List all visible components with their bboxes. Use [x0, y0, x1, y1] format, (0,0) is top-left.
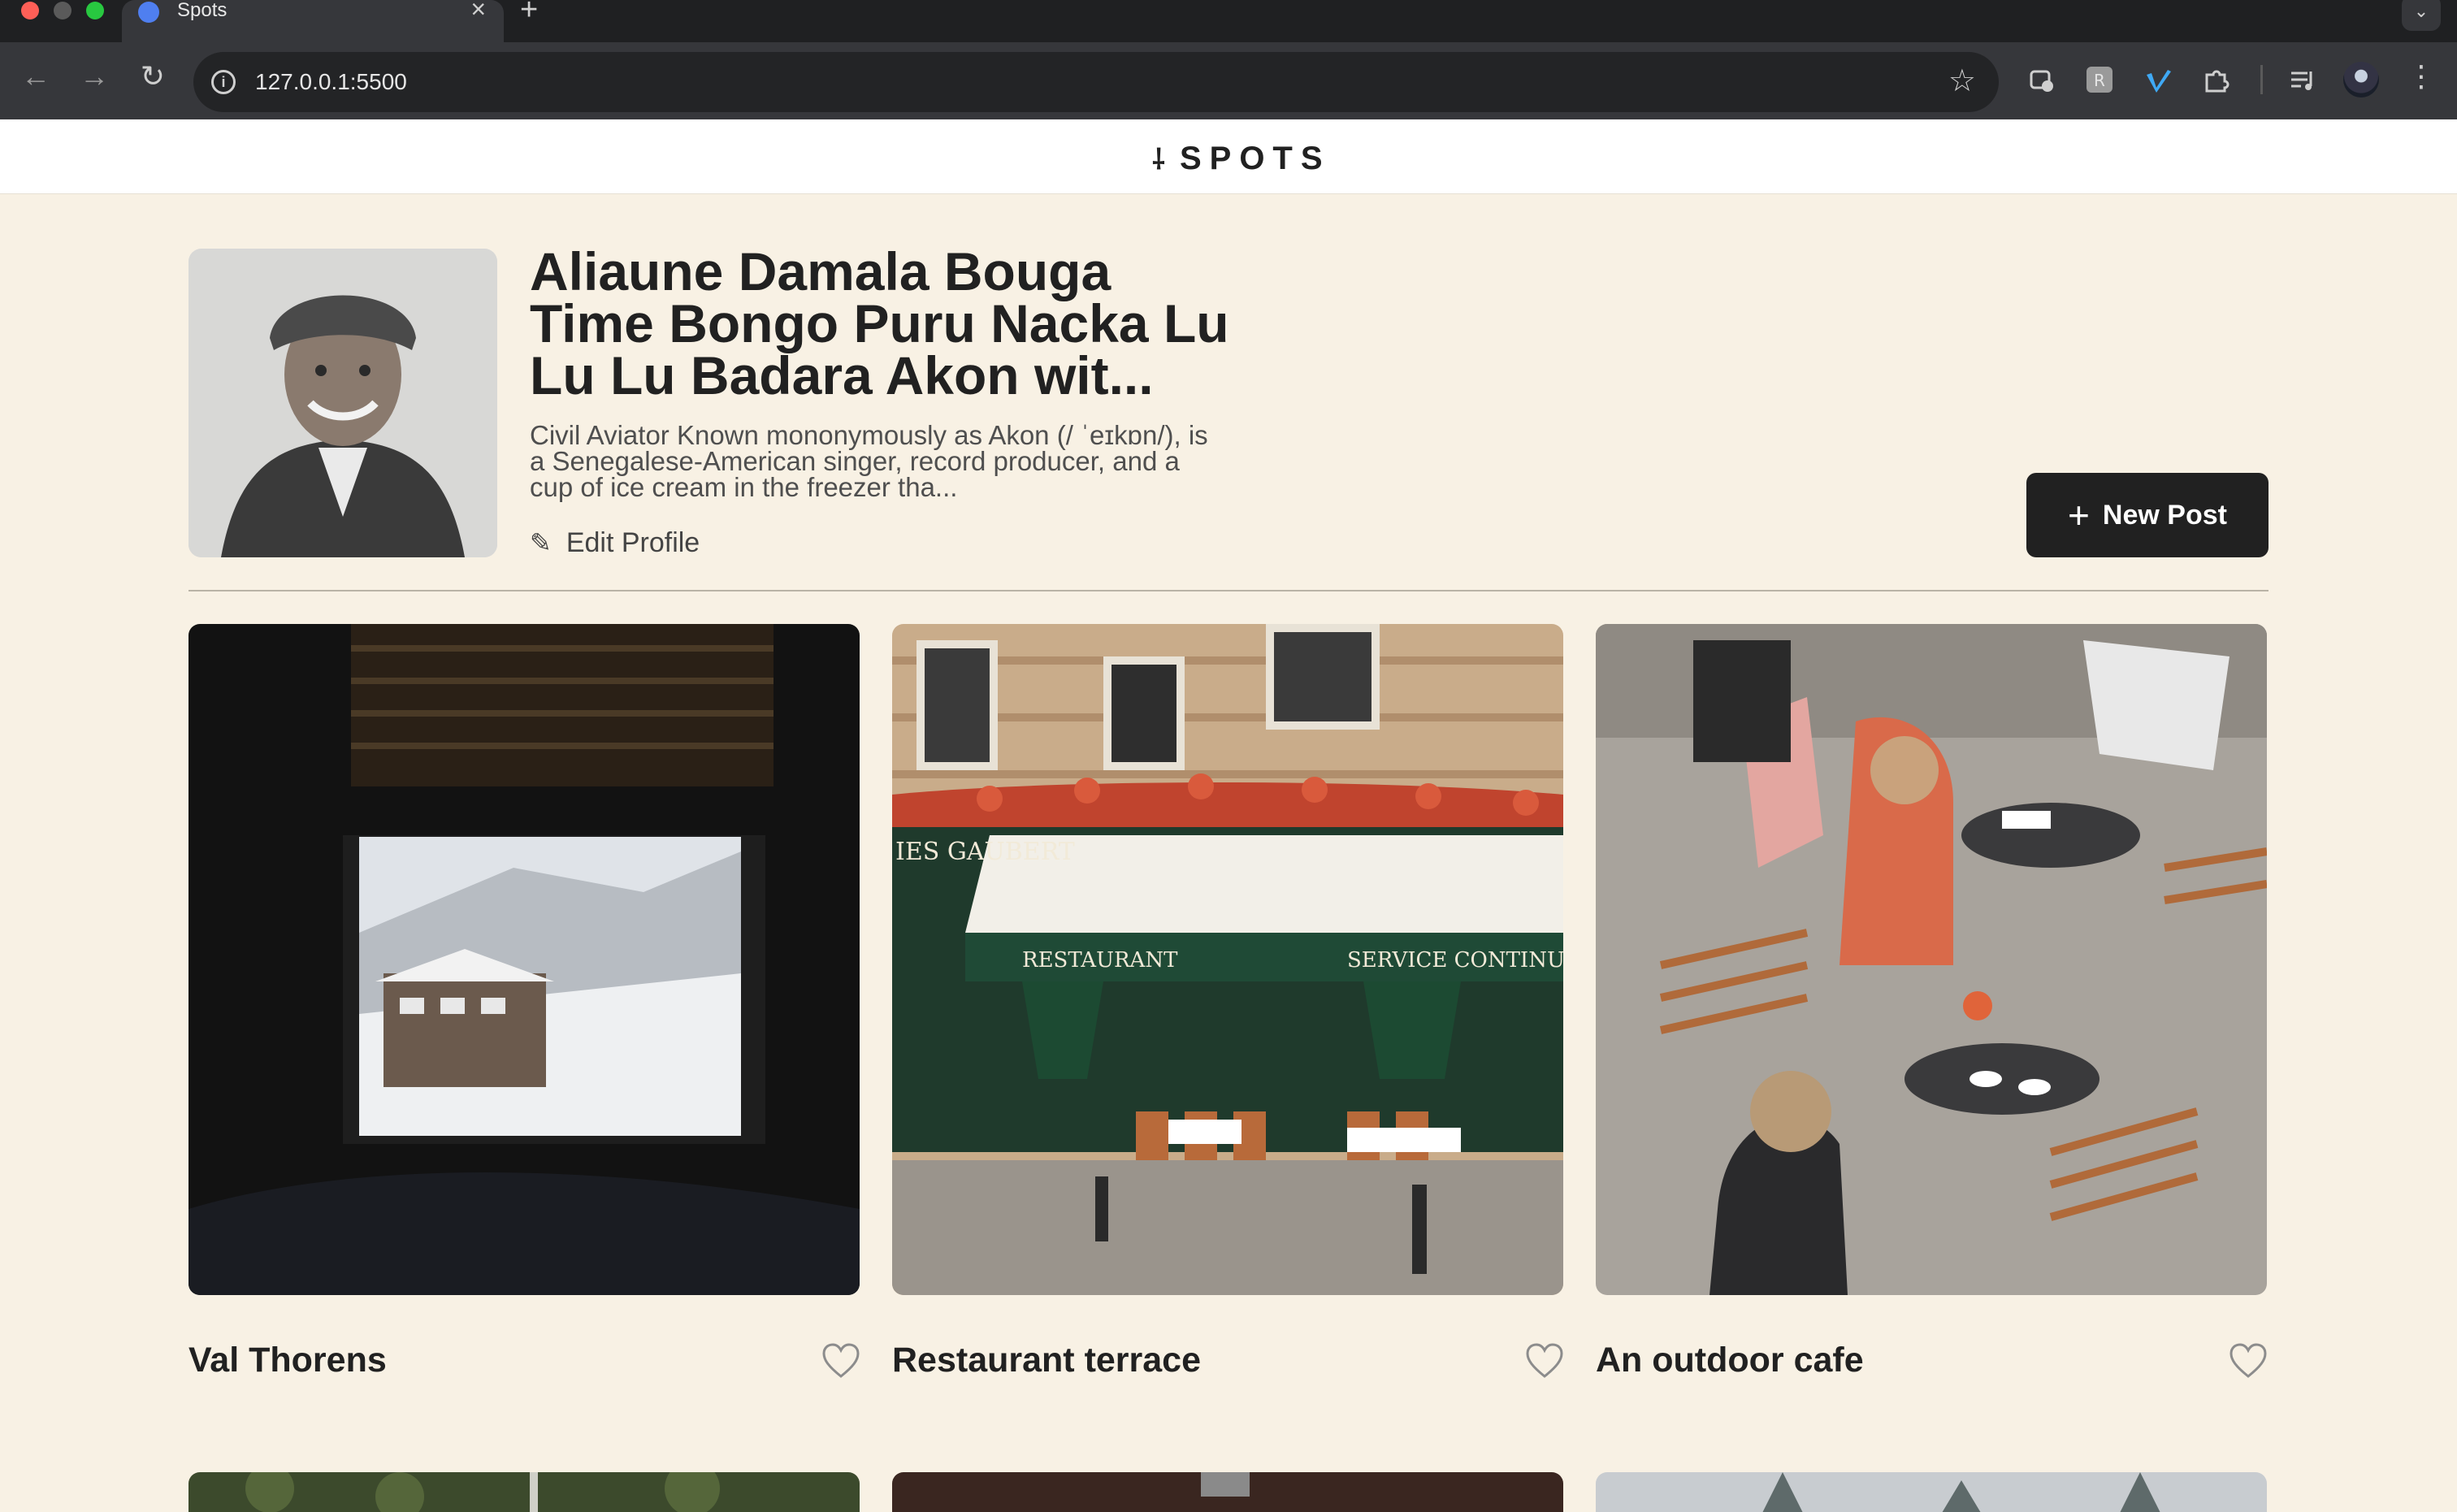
site-info-icon[interactable]: i [211, 70, 236, 94]
heart-icon[interactable] [2228, 1341, 2268, 1381]
spots-logo[interactable]: ⸸ SPOTS [1152, 141, 1331, 176]
media-controls-icon[interactable] [2286, 63, 2319, 96]
heart-icon[interactable] [1524, 1341, 1565, 1381]
browser-toolbar: ← → ↻ i 127.0.0.1:5500 ☆ R ⋮ [0, 42, 2457, 119]
extension-icon[interactable] [2025, 63, 2057, 96]
card-image-outdoor-cafe[interactable] [1596, 624, 2267, 1295]
profile-description: Civil Aviator Known mononymously as Akon… [530, 420, 1208, 502]
logo-text: SPOTS [1179, 140, 1331, 176]
new-post-button[interactable]: + New Post [2026, 473, 2268, 557]
browser-menu-icon[interactable]: ⋮ [2403, 60, 2439, 93]
plus-icon: + [2068, 494, 2090, 536]
card-image[interactable] [188, 1472, 860, 1512]
browser-tab-bar: Spots × + ⌄ [0, 0, 2457, 42]
maximize-window-button[interactable] [86, 2, 104, 19]
card-image[interactable] [892, 1472, 1563, 1512]
tab-spots[interactable]: Spots × [122, 0, 504, 42]
heart-icon[interactable] [821, 1341, 861, 1381]
card-title: Restaurant terrace [892, 1341, 1202, 1380]
new-tab-button[interactable]: + [520, 0, 538, 25]
svg-text:RESTAURANT: RESTAURANT [1022, 948, 1178, 973]
back-icon[interactable]: ← [18, 60, 54, 93]
forward-icon[interactable]: → [76, 60, 112, 93]
card-image-restaurant-terrace[interactable]: RESTAURANT SERVICE CONTINU IES GAUBERT [892, 624, 1563, 1295]
profile-divider [188, 590, 2268, 591]
favicon-icon [138, 2, 159, 23]
profile-name: Aliaune Damala Bouga Time Bongo Puru Nac… [530, 241, 1229, 405]
tab-close-icon[interactable]: × [470, 0, 486, 22]
card-image[interactable] [1596, 1472, 2267, 1512]
card-title: An outdoor cafe [1596, 1341, 1864, 1380]
pencil-icon: ✎ [530, 528, 552, 557]
logo-mark-icon: ⸸ [1152, 145, 1165, 175]
minimize-window-button[interactable] [54, 2, 72, 19]
new-post-label: New Post [2102, 499, 2227, 531]
tab-title: Spots [177, 0, 228, 21]
card-title: Val Thorens [188, 1341, 387, 1380]
card-image-val-thorens[interactable] [188, 624, 860, 1295]
bookmark-star-icon[interactable]: ☆ [1948, 63, 1976, 99]
extension-badge-icon[interactable]: R [2083, 63, 2116, 96]
address-bar[interactable]: i 127.0.0.1:5500 ☆ [193, 52, 1999, 112]
vimeo-extension-icon[interactable] [2142, 63, 2174, 96]
profile-avatar [188, 249, 497, 557]
svg-text:SERVICE CONTINU: SERVICE CONTINU [1347, 948, 1563, 973]
profile-avatar-icon[interactable] [2343, 62, 2379, 97]
close-window-button[interactable] [21, 2, 39, 19]
svg-text:R: R [2094, 71, 2105, 90]
toolbar-separator [2260, 65, 2263, 94]
edit-profile-button[interactable]: ✎ Edit Profile [530, 525, 700, 561]
url-text[interactable]: 127.0.0.1:5500 [255, 67, 407, 97]
svg-text:IES GAUBERT: IES GAUBERT [895, 838, 1075, 866]
reload-icon[interactable]: ↻ [135, 60, 171, 93]
site-header: ⸸ SPOTS [0, 119, 2457, 194]
edit-profile-label: Edit Profile [566, 526, 700, 558]
extensions-puzzle-icon[interactable] [2200, 63, 2233, 96]
tab-search-button[interactable]: ⌄ [2402, 0, 2441, 31]
